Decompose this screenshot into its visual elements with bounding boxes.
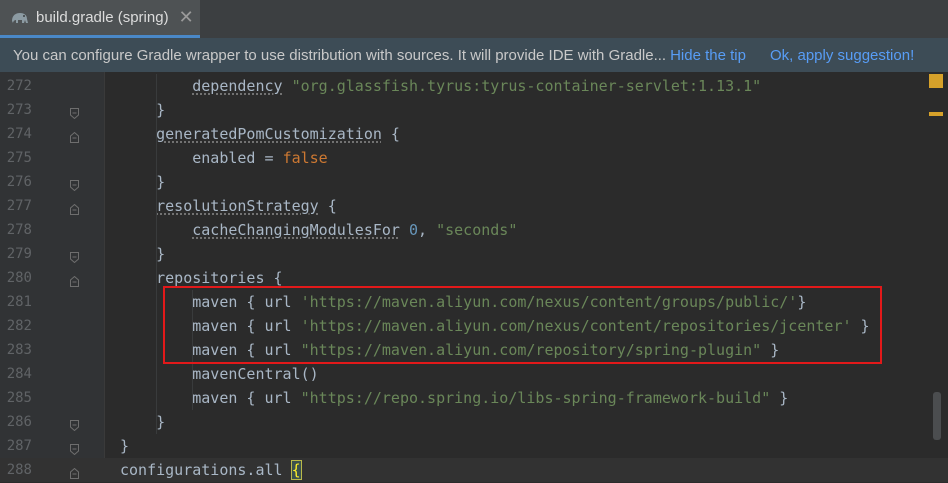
apply-suggestion-link[interactable]: Ok, apply suggestion!: [770, 47, 914, 64]
code-line[interactable]: 274 generatedPomCustomization {: [0, 122, 948, 146]
code-line[interactable]: 286 }: [0, 410, 948, 434]
warning-marker-icon[interactable]: [929, 74, 943, 88]
method-call: cacheChangingModulesFor: [192, 221, 400, 239]
code-token: ,: [418, 221, 437, 239]
code-text: resolutionStrategy {: [120, 194, 337, 218]
line-number: 280: [6, 270, 32, 286]
line-number: 284: [6, 366, 32, 382]
fold-marker-icon[interactable]: [70, 176, 79, 192]
close-icon[interactable]: ✕: [179, 7, 194, 28]
code-line[interactable]: 288 configurations.all {: [0, 458, 948, 482]
line-number: 275: [6, 150, 32, 166]
line-number: 285: [6, 390, 32, 406]
hide-tip-link[interactable]: Hide the tip: [670, 47, 746, 64]
code-editor[interactable]: 272 dependency "org.glassfish.tyrus:tyru…: [0, 72, 948, 482]
code-text: dependency "org.glassfish.tyrus:tyrus-co…: [120, 74, 761, 98]
code-text: }: [120, 98, 165, 122]
line-number: 274: [6, 126, 32, 142]
code-line[interactable]: 273 }: [0, 98, 948, 122]
warning-stripe-marker[interactable]: [929, 112, 943, 116]
code-token: mavenCentral(): [120, 365, 319, 383]
tab-label: build.gradle (spring): [36, 9, 169, 26]
code-text: }: [120, 410, 165, 434]
code-line[interactable]: 279 }: [0, 242, 948, 266]
line-number: 286: [6, 414, 32, 430]
line-number: 281: [6, 294, 32, 310]
code-token: configurations.all: [120, 461, 292, 479]
repositories-highlight-box: [163, 286, 882, 364]
code-line[interactable]: 287}: [0, 434, 948, 458]
line-number: 283: [6, 342, 32, 358]
gradle-wrapper-notification: You can configure Gradle wrapper to use …: [0, 38, 948, 72]
line-number: 272: [6, 78, 32, 94]
line-number: 288: [6, 462, 32, 478]
line-number: 287: [6, 438, 32, 454]
code-line[interactable]: 285 maven { url "https://repo.spring.io/…: [0, 386, 948, 410]
code-text: generatedPomCustomization {: [120, 122, 400, 146]
line-number: 276: [6, 174, 32, 190]
tab-build-gradle[interactable]: build.gradle (spring) ✕: [0, 0, 200, 38]
line-number: 279: [6, 246, 32, 262]
line-number: 282: [6, 318, 32, 334]
line-number: 278: [6, 222, 32, 238]
code-text: cacheChangingModulesFor 0, "seconds": [120, 218, 517, 242]
string-literal: "https://repo.spring.io/libs-spring-fram…: [300, 389, 771, 407]
fold-marker-icon[interactable]: [70, 272, 79, 287]
code-token: }: [120, 101, 166, 119]
code-text: }: [120, 242, 165, 266]
indent-guide: [156, 74, 157, 434]
method-call: resolutionStrategy: [156, 197, 319, 215]
method-call: dependency: [192, 77, 283, 95]
string-literal: "seconds": [436, 221, 518, 239]
code-line[interactable]: 277 resolutionStrategy {: [0, 194, 948, 218]
code-text: mavenCentral(): [120, 362, 319, 386]
line-number: 277: [6, 198, 32, 214]
code-token: }: [120, 413, 166, 431]
fold-marker-icon[interactable]: [70, 440, 79, 456]
string-literal: "org.glassfish.tyrus:tyrus-container-ser…: [291, 77, 762, 95]
keyword: false: [282, 149, 328, 167]
code-token: }: [770, 389, 789, 407]
notification-message: You can configure Gradle wrapper to use …: [13, 46, 667, 64]
code-token: }: [120, 173, 166, 191]
code-line[interactable]: 284 mavenCentral(): [0, 362, 948, 386]
code-token: {: [381, 125, 400, 143]
code-token: }: [120, 437, 130, 455]
code-token: repositories {: [120, 269, 283, 287]
code-line[interactable]: 278 cacheChangingModulesFor 0, "seconds": [0, 218, 948, 242]
code-text: }: [120, 170, 165, 194]
code-line[interactable]: 276 }: [0, 170, 948, 194]
code-token: maven { url: [120, 389, 301, 407]
vertical-scrollbar-thumb[interactable]: [933, 392, 941, 440]
line-number: 273: [6, 102, 32, 118]
code-token: enabled =: [120, 149, 283, 167]
fold-marker-icon[interactable]: [70, 416, 79, 432]
code-token: }: [120, 245, 166, 263]
code-text: maven { url "https://repo.spring.io/libs…: [120, 386, 788, 410]
fold-marker-icon[interactable]: [70, 248, 79, 264]
code-line[interactable]: 275 enabled = false: [0, 146, 948, 170]
matched-brace: {: [290, 460, 302, 480]
code-line[interactable]: 272 dependency "org.glassfish.tyrus:tyru…: [0, 74, 948, 98]
fold-marker-icon[interactable]: [70, 200, 79, 215]
method-call: generatedPomCustomization: [156, 125, 382, 143]
code-text: configurations.all {: [120, 458, 302, 482]
number-literal: 0: [409, 221, 419, 239]
gradle-elephant-icon: [10, 8, 30, 28]
code-text: enabled = false: [120, 146, 328, 170]
code-text: }: [120, 434, 129, 458]
fold-marker-icon[interactable]: [70, 128, 79, 143]
code-token: {: [318, 197, 337, 215]
editor-tab-bar: build.gradle (spring) ✕: [0, 0, 948, 39]
fold-marker-icon[interactable]: [70, 464, 79, 479]
fold-marker-icon[interactable]: [70, 104, 79, 120]
